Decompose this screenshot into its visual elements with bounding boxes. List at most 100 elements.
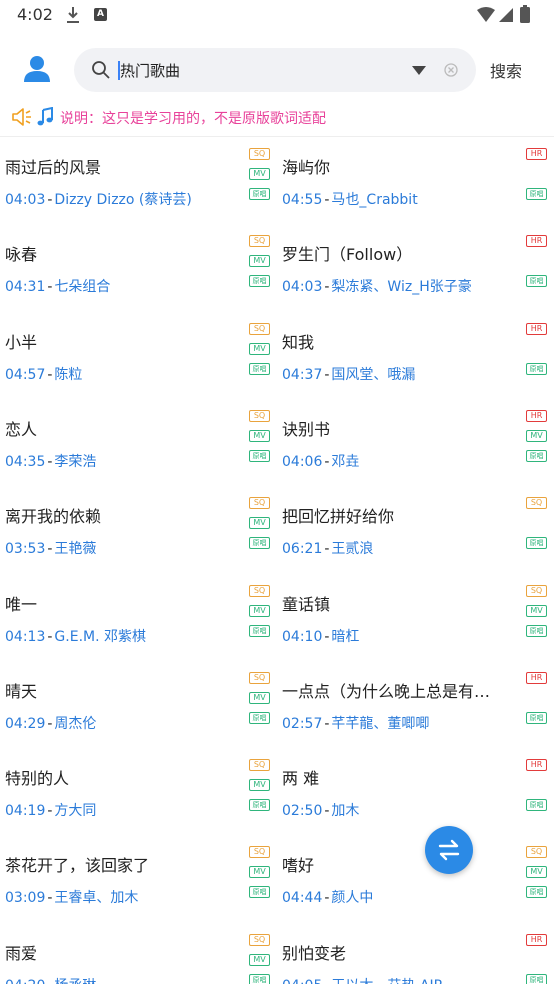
dropdown-arrow-icon[interactable] [412, 66, 426, 75]
original-singer-badge: 原唱 [526, 624, 547, 637]
mv-badge[interactable]: MV [249, 342, 270, 355]
song-meta: 04:44- 颜人中 [282, 887, 373, 907]
hr-badge: HR [526, 148, 547, 160]
mv-badge[interactable]: MV [526, 866, 547, 879]
song-item[interactable]: 晴天 04:29- 周杰伦 SQ MV 原唱 [0, 661, 272, 747]
song-title: 童话镇 [282, 594, 331, 614]
hr-badge: HR [526, 235, 547, 248]
sq-badge: SQ [526, 846, 547, 859]
song-meta: 04:05-王以太、艾热 AIR [282, 975, 443, 984]
song-duration: 04:31 [5, 279, 46, 296]
song-duration: 03:53 [5, 541, 46, 558]
song-meta: 04:35- 李荣浩 [5, 451, 96, 471]
mv-badge[interactable]: MV [249, 517, 270, 530]
mv-badge[interactable]: MV [249, 604, 270, 617]
song-item[interactable]: 嗜好 04:44- 颜人中 SQ MV 原唱 [277, 835, 549, 921]
original-singer-badge: 原唱 [249, 449, 270, 462]
meta-separator: - [324, 279, 330, 296]
mv-badge[interactable]: MV [526, 429, 547, 442]
song-title: 知我 [282, 332, 315, 352]
mv-badge[interactable]: MV [249, 255, 270, 268]
song-item[interactable]: 两 难 02:50- 加木 HR 原唱 [277, 748, 549, 834]
song-title: 诀别书 [282, 419, 331, 439]
mv-badge[interactable]: MV [526, 604, 547, 617]
meta-separator: - [47, 628, 53, 645]
song-item[interactable]: 小半 04:57- 陈粒 SQ MV 原唱 [0, 312, 272, 398]
song-meta: 04:20-杨丞琳 [5, 975, 96, 984]
meta-separator: - [47, 803, 53, 820]
meta-separator: - [324, 366, 330, 383]
song-duration: 04:37 [282, 366, 323, 383]
song-item[interactable]: 诀别书 04:06- 邓垚 HR MV 原唱 [277, 399, 549, 485]
song-item[interactable]: 海屿你 04:55- 马也_Crabbit HR 原唱 [277, 137, 549, 223]
song-meta: 04:29- 周杰伦 [5, 713, 96, 733]
mv-badge[interactable]: MV [249, 429, 270, 442]
song-artist: Dizzy Dizzo (蔡诗芸) [54, 192, 192, 208]
song-artist: 王睿卓、加木 [54, 890, 139, 907]
song-duration: 04:55 [282, 192, 323, 208]
clear-icon[interactable] [444, 63, 458, 77]
meta-separator: - [324, 890, 330, 907]
song-duration: 04:10 [282, 628, 323, 645]
switch-fab-button[interactable] [425, 826, 473, 874]
search-bar[interactable] [74, 48, 476, 92]
meta-separator: - [324, 715, 330, 732]
song-artist: 邓垚 [331, 453, 360, 470]
download-icon [67, 7, 79, 23]
user-avatar-icon[interactable] [22, 54, 52, 84]
sq-badge: SQ [249, 846, 270, 859]
song-duration: 04:03 [5, 192, 46, 208]
original-singer-badge: 原唱 [249, 624, 270, 637]
song-title: 别怕变老 [282, 943, 347, 963]
mv-badge[interactable]: MV [249, 866, 270, 879]
song-title: 雨爱 [5, 943, 38, 963]
original-singer-badge: 原唱 [526, 537, 547, 550]
song-title: 一点点（为什么晚上总是有… [282, 681, 491, 701]
mv-badge[interactable]: MV [249, 691, 270, 704]
song-title: 嗜好 [282, 856, 315, 876]
song-title: 恋人 [5, 419, 38, 439]
song-duration: 04:44 [282, 890, 323, 907]
song-duration: 04:29 [5, 715, 46, 732]
mv-badge[interactable]: MV [249, 168, 270, 180]
song-duration: 04:20 [5, 978, 45, 984]
song-item[interactable]: 唯一 04:13- G.E.M. 邓紫棋 SQ MV 原唱 [0, 574, 272, 660]
hr-badge: HR [526, 409, 547, 422]
song-item[interactable]: 咏春 04:31- 七朵组合 SQ MV 原唱 [0, 224, 272, 310]
song-item[interactable]: 雨过后的风景 04:03- Dizzy Dizzo (蔡诗芸) SQ MV 原唱 [0, 137, 272, 223]
song-item[interactable]: 恋人 04:35- 李荣浩 SQ MV 原唱 [0, 399, 272, 485]
search-button[interactable]: 搜索 [490, 58, 522, 82]
sq-badge: SQ [526, 497, 547, 510]
search-input[interactable] [120, 58, 400, 82]
song-title: 茶花开了，该回家了 [5, 856, 150, 876]
notice-bar: 说明：这只是学习用的，不是原版歌词适配 [0, 104, 554, 130]
song-item[interactable]: 知我 04:37- 国风堂、哦漏 HR 原唱 [277, 312, 549, 398]
song-item[interactable]: 罗生门（Follow） 04:03- 梨冻紧、Wiz_H张子豪 HR 原唱 [277, 224, 549, 310]
song-item[interactable]: 一点点（为什么晚上总是有… 02:57- 芊芊龍、董唧唧 HR 原唱 [277, 661, 549, 747]
mv-badge[interactable]: MV [249, 953, 270, 966]
song-item[interactable]: 离开我的依赖 03:53- 王艳薇 SQ MV 原唱 [0, 486, 272, 572]
original-singer-badge: 原唱 [249, 886, 270, 899]
song-item[interactable]: 别怕变老 04:05-王以太、艾热 AIR HR 原唱 [277, 923, 549, 984]
meta-separator: - [47, 453, 53, 470]
song-artist: 马也_Crabbit [331, 192, 418, 208]
song-item[interactable]: 特别的人 04:19- 方大同 SQ MV 原唱 [0, 748, 272, 834]
song-item[interactable]: 把回忆拼好给你 06:21- 王贰浪 SQ 原唱 [277, 486, 549, 572]
song-meta: 04:55- 马也_Crabbit [282, 189, 418, 209]
song-title: 唯一 [5, 594, 38, 614]
song-duration: 02:57 [282, 715, 323, 732]
original-singer-badge: 原唱 [249, 362, 270, 375]
song-meta: 06:21- 王贰浪 [282, 538, 373, 558]
song-item[interactable]: 茶花开了，该回家了 03:09- 王睿卓、加木 SQ MV 原唱 [0, 835, 272, 921]
song-item[interactable]: 雨爱 04:20-杨丞琳 SQ MV 原唱 [0, 923, 272, 984]
song-title: 咏春 [5, 245, 38, 265]
song-title: 小半 [5, 332, 38, 352]
mv-badge[interactable]: MV [249, 779, 270, 792]
song-meta: 04:13- G.E.M. 邓紫棋 [5, 626, 146, 646]
original-singer-badge: 原唱 [249, 799, 270, 812]
song-duration: 04:35 [5, 453, 46, 470]
song-item[interactable]: 童话镇 04:10- 暗杠 SQ MV 原唱 [277, 574, 549, 660]
meta-separator: - [324, 192, 330, 208]
song-meta: 04:03- Dizzy Dizzo (蔡诗芸) [5, 189, 192, 209]
song-title: 晴天 [5, 681, 38, 701]
